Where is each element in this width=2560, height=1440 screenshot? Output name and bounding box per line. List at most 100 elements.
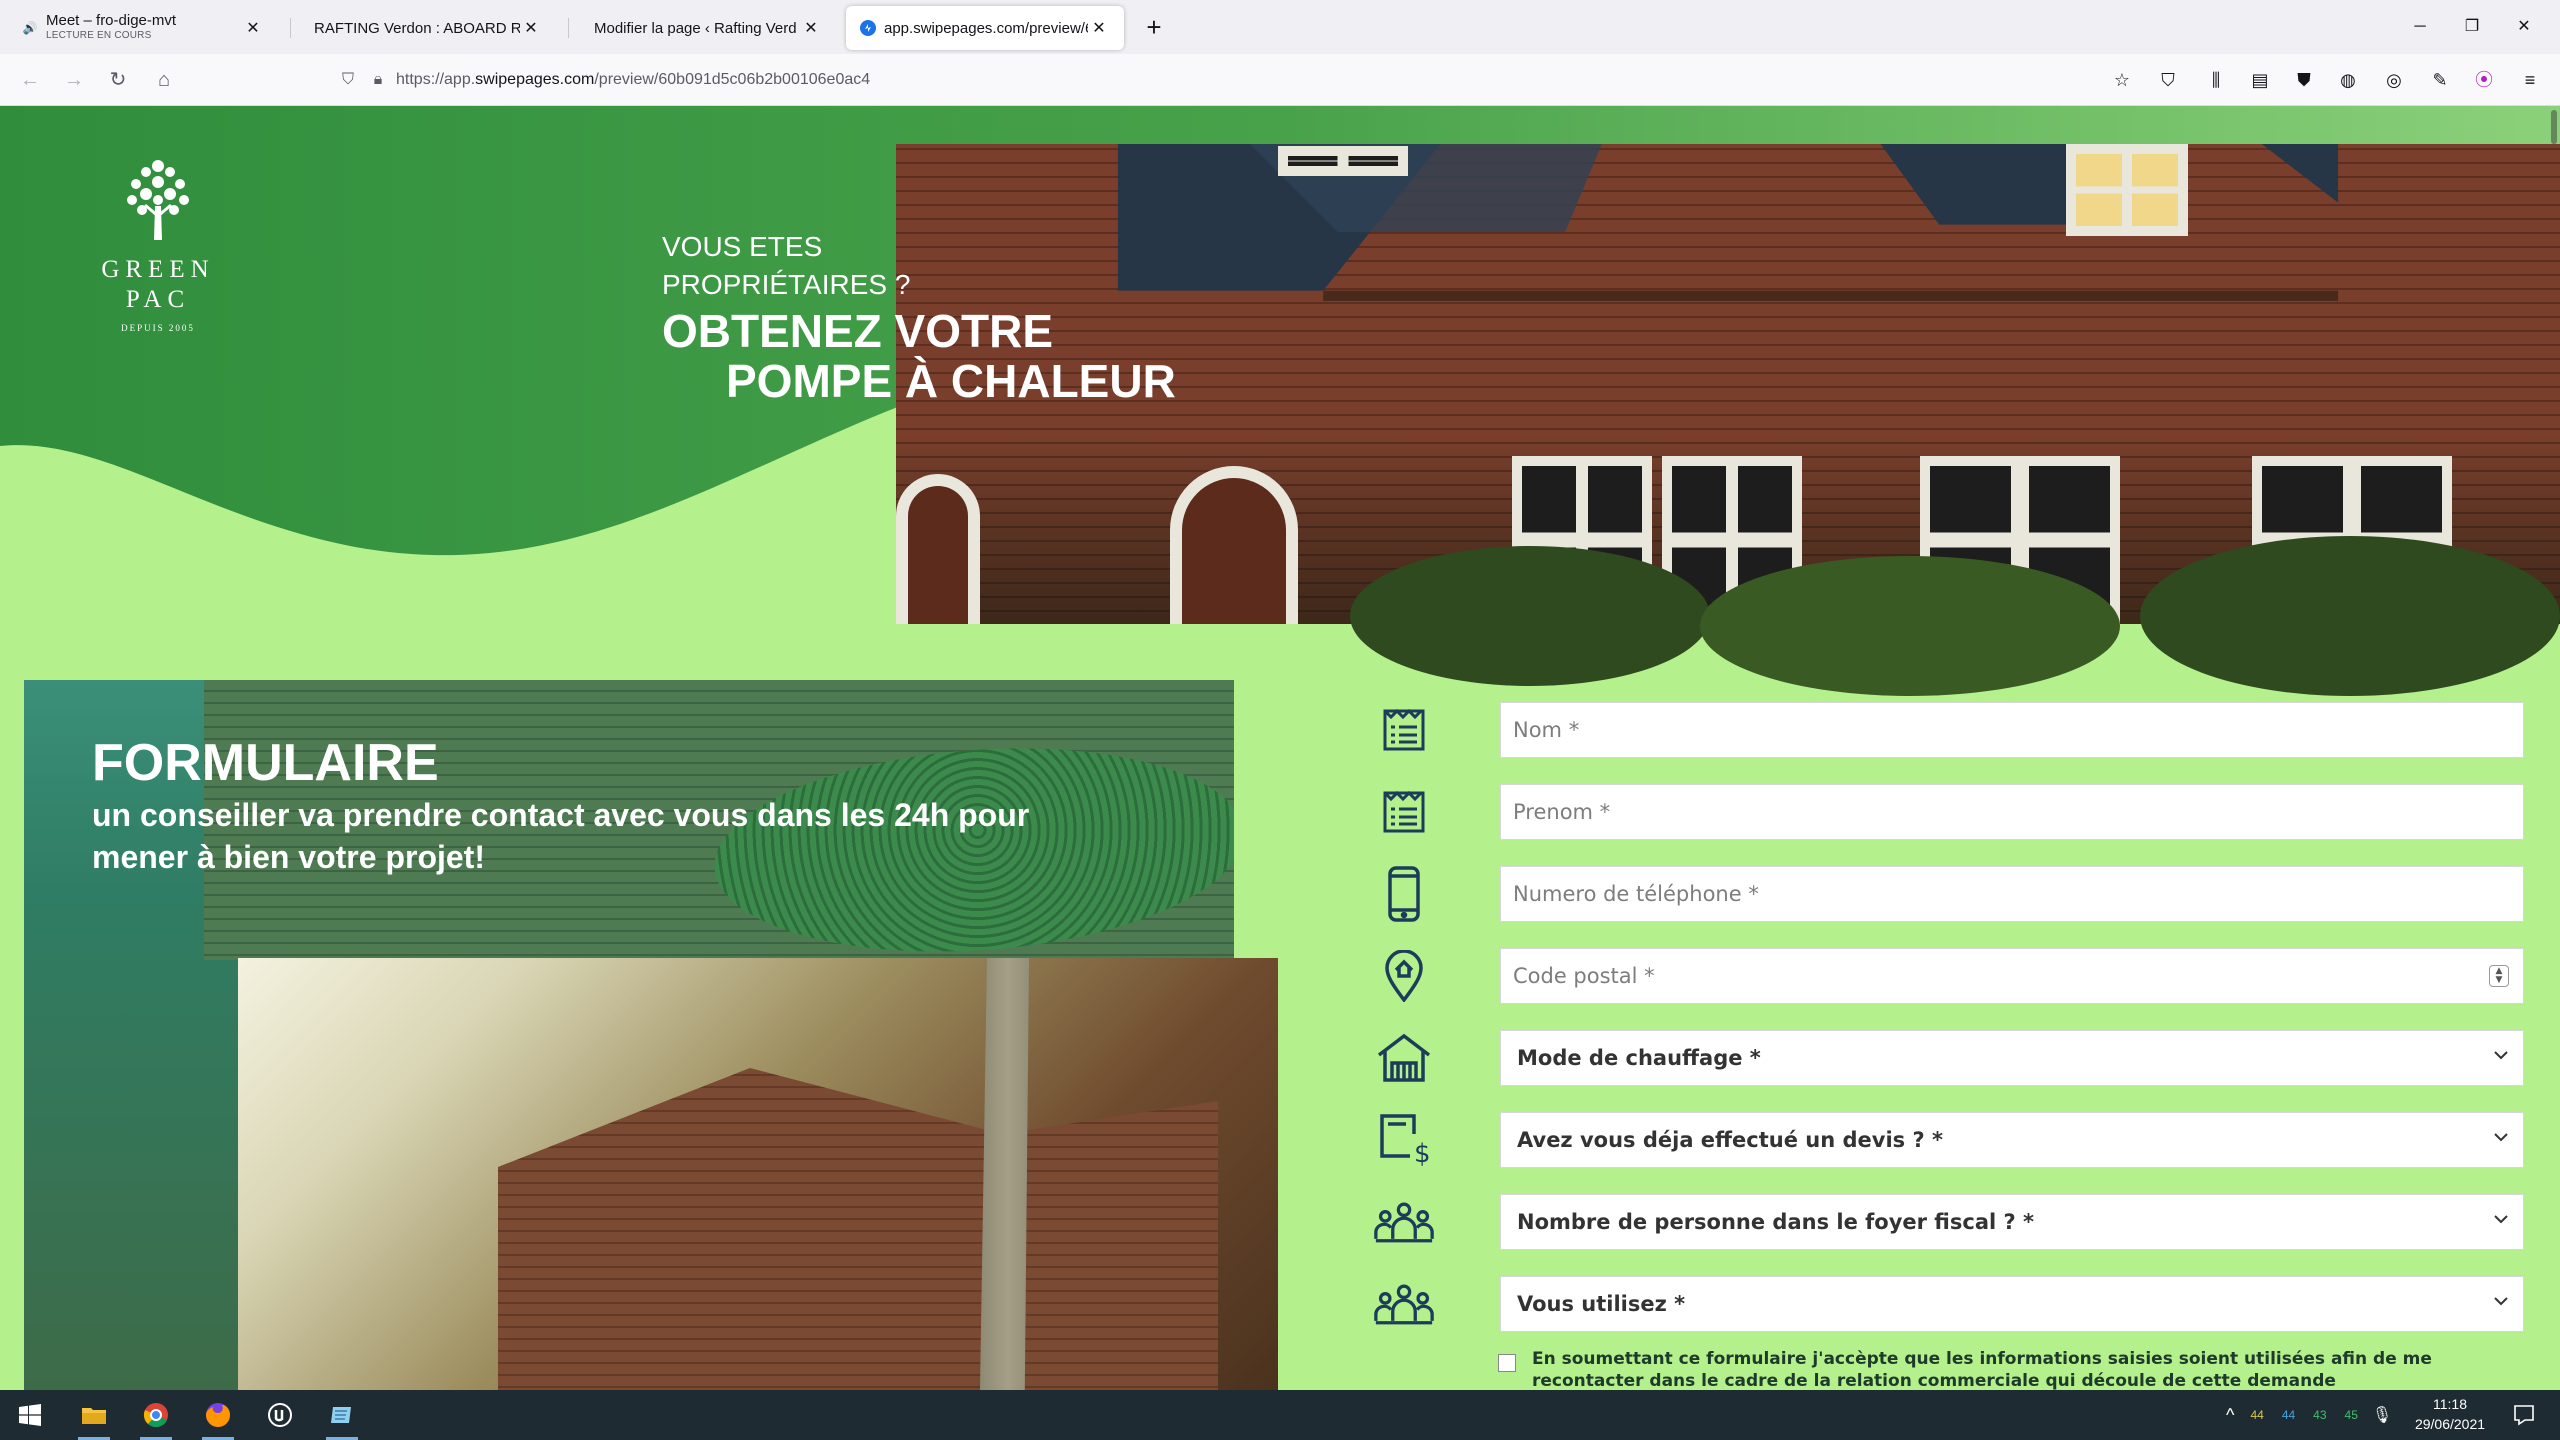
back-arrow-icon[interactable]: ←: [16, 66, 44, 94]
utilisez-value: Vous utilisez *: [1517, 1292, 1686, 1316]
extension-broadcast-icon[interactable]: ⦿: [2472, 68, 2496, 92]
number-spinner[interactable]: ▲ ▼: [2489, 965, 2509, 987]
code-postal-input[interactable]: Code postal * ▲ ▼: [1500, 948, 2524, 1004]
devis-select[interactable]: Avez vous déja effectué un devis ? *: [1500, 1112, 2524, 1168]
chevron-up-icon[interactable]: ^: [2226, 1405, 2234, 1426]
house-window: [1278, 146, 1408, 176]
house-door: [1170, 466, 1298, 624]
brick-house: [498, 1068, 1218, 1390]
shrub: [1700, 556, 2120, 696]
tray-value[interactable]: 44: [2282, 1408, 2295, 1422]
navigation-bar: ← → ↻ ⌂ ⛉ 🔒︎ https://app.swipepages.com/…: [0, 54, 2560, 106]
tab-modifier-page[interactable]: Modifier la page ‹ Rafting Verd ✕: [580, 6, 836, 50]
restore-button[interactable]: ❐: [2448, 10, 2496, 44]
close-icon[interactable]: ✕: [1088, 17, 1110, 39]
tab-label: Modifier la page ‹ Rafting Verd: [594, 20, 797, 36]
chevron-down-icon: [2494, 1133, 2508, 1142]
brand-since: DEPUIS 2005: [121, 323, 195, 333]
devis-value: Avez vous déja effectué un devis ? *: [1517, 1128, 1943, 1152]
shield-icon[interactable]: ⛉: [336, 71, 360, 89]
hero-headline: VOUS ETES PROPRIÉTAIRES ? OBTENEZ VOTRE …: [662, 228, 1176, 406]
forward-arrow-icon[interactable]: →: [60, 66, 88, 94]
quote-document-icon: $: [1374, 1114, 1434, 1168]
home-icon[interactable]: ⌂: [150, 66, 178, 94]
hero-line-1: VOUS ETES: [662, 231, 823, 262]
brand-name-line2: PAC: [125, 286, 191, 313]
chevron-down-icon: [2494, 1297, 2508, 1306]
lock-icon[interactable]: 🔒︎: [366, 71, 390, 89]
chrome-icon[interactable]: [132, 1395, 180, 1440]
system-tray: ^ 44 44 43 45 🎙︎: [2226, 1390, 2392, 1440]
location-pin-icon: [1374, 950, 1434, 1002]
url-bar[interactable]: ⛉ 🔒︎ https://app.swipepages.com/preview/…: [336, 62, 2136, 98]
close-icon[interactable]: ✕: [520, 17, 542, 39]
tab-rafting[interactable]: RAFTING Verdon : ABOARD Raf ✕: [300, 6, 556, 50]
firefox-icon[interactable]: [194, 1395, 242, 1440]
page-scrollbar[interactable]: [2548, 106, 2560, 1390]
extension-pen-icon[interactable]: ✎: [2428, 68, 2452, 92]
scrollbar-thumb[interactable]: [2551, 110, 2557, 144]
bookmark-star-icon[interactable]: ☆: [2110, 68, 2134, 92]
microphone-icon[interactable]: 🎙︎: [2372, 1405, 2392, 1425]
notifications-icon[interactable]: [2500, 1395, 2548, 1435]
field-row-nom: Nom *: [1374, 702, 2524, 758]
form-list-icon: [1374, 704, 1434, 756]
menu-icon[interactable]: ≡: [2518, 68, 2542, 92]
prenom-input[interactable]: Prenom *: [1500, 784, 2524, 840]
form-subtitle: un conseiller va prendre contact avec vo…: [92, 797, 1030, 875]
notepad-icon[interactable]: [318, 1395, 366, 1440]
library-icon[interactable]: ⫼: [2204, 68, 2228, 92]
foyer-value: Nombre de personne dans le foyer fiscal …: [1517, 1210, 2034, 1234]
people-group-icon: [1374, 1278, 1434, 1330]
tray-value[interactable]: 43: [2313, 1408, 2326, 1422]
nom-input[interactable]: Nom *: [1500, 702, 2524, 758]
chevron-down-icon: [2494, 1051, 2508, 1060]
phone-icon: [1374, 866, 1434, 922]
new-tab-button[interactable]: +: [1138, 12, 1170, 44]
tab-strip: 🔊 Meet – fro-dige-mvt LECTURE EN COURS ✕…: [0, 0, 2560, 54]
sidebar-icon[interactable]: ▤: [2248, 68, 2272, 92]
extension-circle-icon[interactable]: ◍: [2336, 68, 2360, 92]
foyer-select[interactable]: Nombre de personne dans le foyer fiscal …: [1500, 1194, 2524, 1250]
code-postal-placeholder: Code postal *: [1513, 964, 1655, 988]
url-text[interactable]: https://app.swipepages.com/preview/60b09…: [396, 71, 870, 89]
extension-globe-icon[interactable]: ◎: [2382, 68, 2406, 92]
tray-value[interactable]: 45: [2345, 1408, 2358, 1422]
consent-text: En soumettant ce formulaire j'accèpte qu…: [1532, 1349, 2432, 1391]
tab-sublabel: LECTURE EN COURS: [46, 30, 152, 41]
chauffage-select[interactable]: Mode de chauffage *: [1500, 1030, 2524, 1086]
close-icon[interactable]: ✕: [242, 17, 264, 39]
form-heading: FORMULAIRE un conseiller va prendre cont…: [92, 732, 1122, 878]
field-row-devis: $ Avez vous déja effectué un devis ? *: [1374, 1112, 2524, 1168]
tab-swipepages[interactable]: app.swipepages.com/preview/6 ✕: [846, 6, 1124, 50]
utilisez-select[interactable]: Vous utilisez *: [1500, 1276, 2524, 1332]
tab-meet[interactable]: 🔊 Meet – fro-dige-mvt LECTURE EN COURS ✕: [8, 6, 278, 50]
clock-time: 11:18: [2433, 1396, 2467, 1412]
svg-text:$: $: [1414, 1139, 1431, 1168]
pocket-icon[interactable]: ⛉: [2156, 68, 2180, 92]
close-icon[interactable]: ✕: [800, 17, 822, 39]
consent-checkbox[interactable]: [1498, 1354, 1516, 1372]
extension-shield-icon[interactable]: ⛊: [2292, 68, 2316, 92]
shrub: [2140, 536, 2560, 696]
taskbar-clock[interactable]: 11:18 29/06/2021: [2400, 1394, 2500, 1434]
house-heating-icon: [1374, 1032, 1434, 1084]
field-row-foyer: Nombre de personne dans le foyer fiscal …: [1374, 1194, 2524, 1250]
tab-separator: [290, 18, 291, 38]
chevron-down-icon: [2494, 1215, 2508, 1224]
file-explorer-icon[interactable]: [70, 1395, 118, 1440]
telephone-input[interactable]: Numero de téléphone *: [1500, 866, 2524, 922]
tray-value[interactable]: 44: [2250, 1408, 2263, 1422]
house-window: [2066, 144, 2188, 236]
close-window-button[interactable]: ✕: [2500, 10, 2548, 44]
field-row-chauffage: Mode de chauffage *: [1374, 1030, 2524, 1086]
greenpac-logo[interactable]: GREEN PAC DEPUIS 2005: [88, 156, 228, 333]
field-row-code-postal: Code postal * ▲ ▼: [1374, 948, 2524, 1004]
unreal-engine-icon[interactable]: [256, 1395, 304, 1435]
minimize-button[interactable]: ─: [2396, 10, 2444, 44]
windows-start-icon[interactable]: [6, 1395, 54, 1435]
windows-taskbar: ^ 44 44 43 45 🎙︎ 11:18 29/06/2021: [0, 1390, 2560, 1440]
field-row-utilisez: Vous utilisez *: [1374, 1276, 2524, 1332]
reload-icon[interactable]: ↻: [104, 66, 132, 94]
house-door: [896, 474, 980, 624]
